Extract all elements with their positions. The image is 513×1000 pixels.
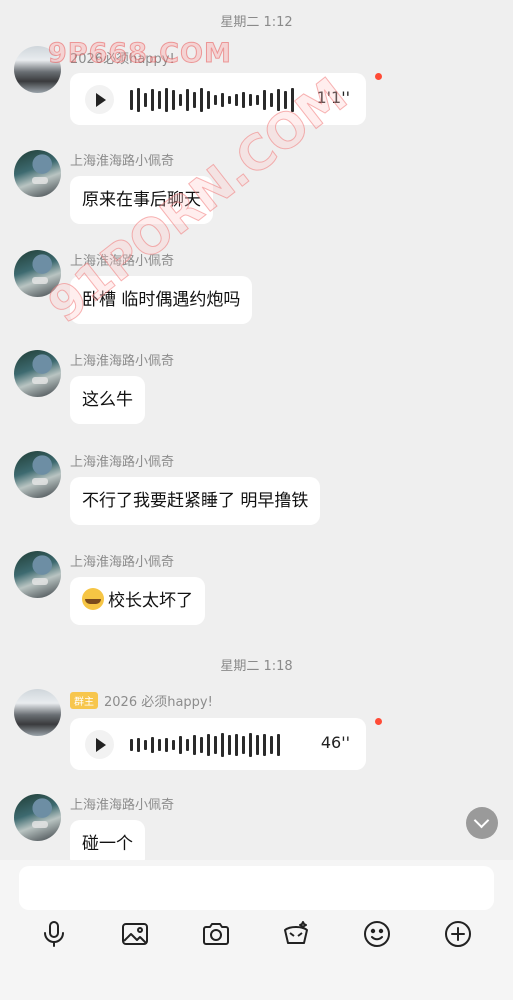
timestamp: 星期二 1:12 bbox=[220, 15, 293, 30]
composer-toolbar bbox=[0, 916, 513, 956]
sender-name: 上海淮海路小佩奇 bbox=[70, 154, 175, 169]
play-icon[interactable] bbox=[85, 85, 114, 114]
message-input[interactable] bbox=[19, 866, 494, 910]
microphone-icon[interactable] bbox=[36, 916, 72, 952]
hongbao-icon[interactable] bbox=[278, 916, 314, 952]
avatar[interactable] bbox=[14, 46, 61, 93]
voice-bubble[interactable]: 46'' bbox=[70, 718, 366, 770]
crying-laughing-face-icon bbox=[82, 588, 104, 610]
avatar[interactable] bbox=[14, 794, 61, 841]
message-bubble[interactable]: 原来在事后聊天 bbox=[70, 176, 213, 224]
message-bubble[interactable]: 卧槽 临时偶遇约炮吗 bbox=[70, 276, 253, 324]
voice-duration: 1'1'' bbox=[316, 88, 350, 107]
sender-name: 上海淮海路小佩奇 bbox=[70, 798, 175, 813]
timestamp: 星期二 1:18 bbox=[220, 659, 293, 674]
message-bubble[interactable]: 这么牛 bbox=[70, 376, 145, 424]
camera-icon[interactable] bbox=[198, 916, 234, 952]
avatar[interactable] bbox=[14, 451, 61, 498]
message-text: 校长太坏了 bbox=[108, 591, 193, 611]
chat-history[interactable]: 星期二 1:12 2026必须happy! 1'1'' 上海淮海路小佩奇 原来在… bbox=[0, 0, 513, 860]
avatar[interactable] bbox=[14, 689, 61, 736]
avatar[interactable] bbox=[14, 551, 61, 598]
sender-label: 2026 必须happy! bbox=[104, 695, 213, 710]
sender-name: 上海淮海路小佩奇 bbox=[70, 254, 175, 269]
message-bubble[interactable]: 校长太坏了 bbox=[70, 577, 205, 625]
composer bbox=[0, 860, 513, 1000]
sender-name: 上海淮海路小佩奇 bbox=[70, 354, 175, 369]
avatar[interactable] bbox=[14, 150, 61, 197]
sender-name: 上海淮海路小佩奇 bbox=[70, 455, 175, 470]
voice-duration: 46'' bbox=[320, 733, 350, 752]
unread-dot bbox=[375, 718, 382, 725]
avatar[interactable] bbox=[14, 350, 61, 397]
voice-bubble[interactable]: 1'1'' bbox=[70, 73, 366, 125]
sender-name: 2026必须happy! bbox=[70, 52, 175, 67]
scroll-to-bottom-button[interactable] bbox=[466, 807, 498, 839]
plus-icon[interactable] bbox=[440, 916, 476, 952]
message-bubble[interactable]: 碰一个 bbox=[70, 820, 145, 860]
sender-name: 上海淮海路小佩奇 bbox=[70, 555, 175, 570]
sender-name: 群主 2026 必须happy! bbox=[70, 691, 213, 710]
waveform-icon bbox=[130, 87, 294, 113]
message-bubble[interactable]: 不行了我要赶紧睡了 明早撸铁 bbox=[70, 477, 321, 525]
waveform-icon bbox=[130, 732, 280, 758]
owner-tag: 群主 bbox=[70, 692, 98, 709]
unread-dot bbox=[375, 73, 382, 80]
play-icon[interactable] bbox=[85, 730, 114, 759]
avatar[interactable] bbox=[14, 250, 61, 297]
emoji-icon[interactable] bbox=[359, 916, 395, 952]
image-icon[interactable] bbox=[117, 916, 153, 952]
